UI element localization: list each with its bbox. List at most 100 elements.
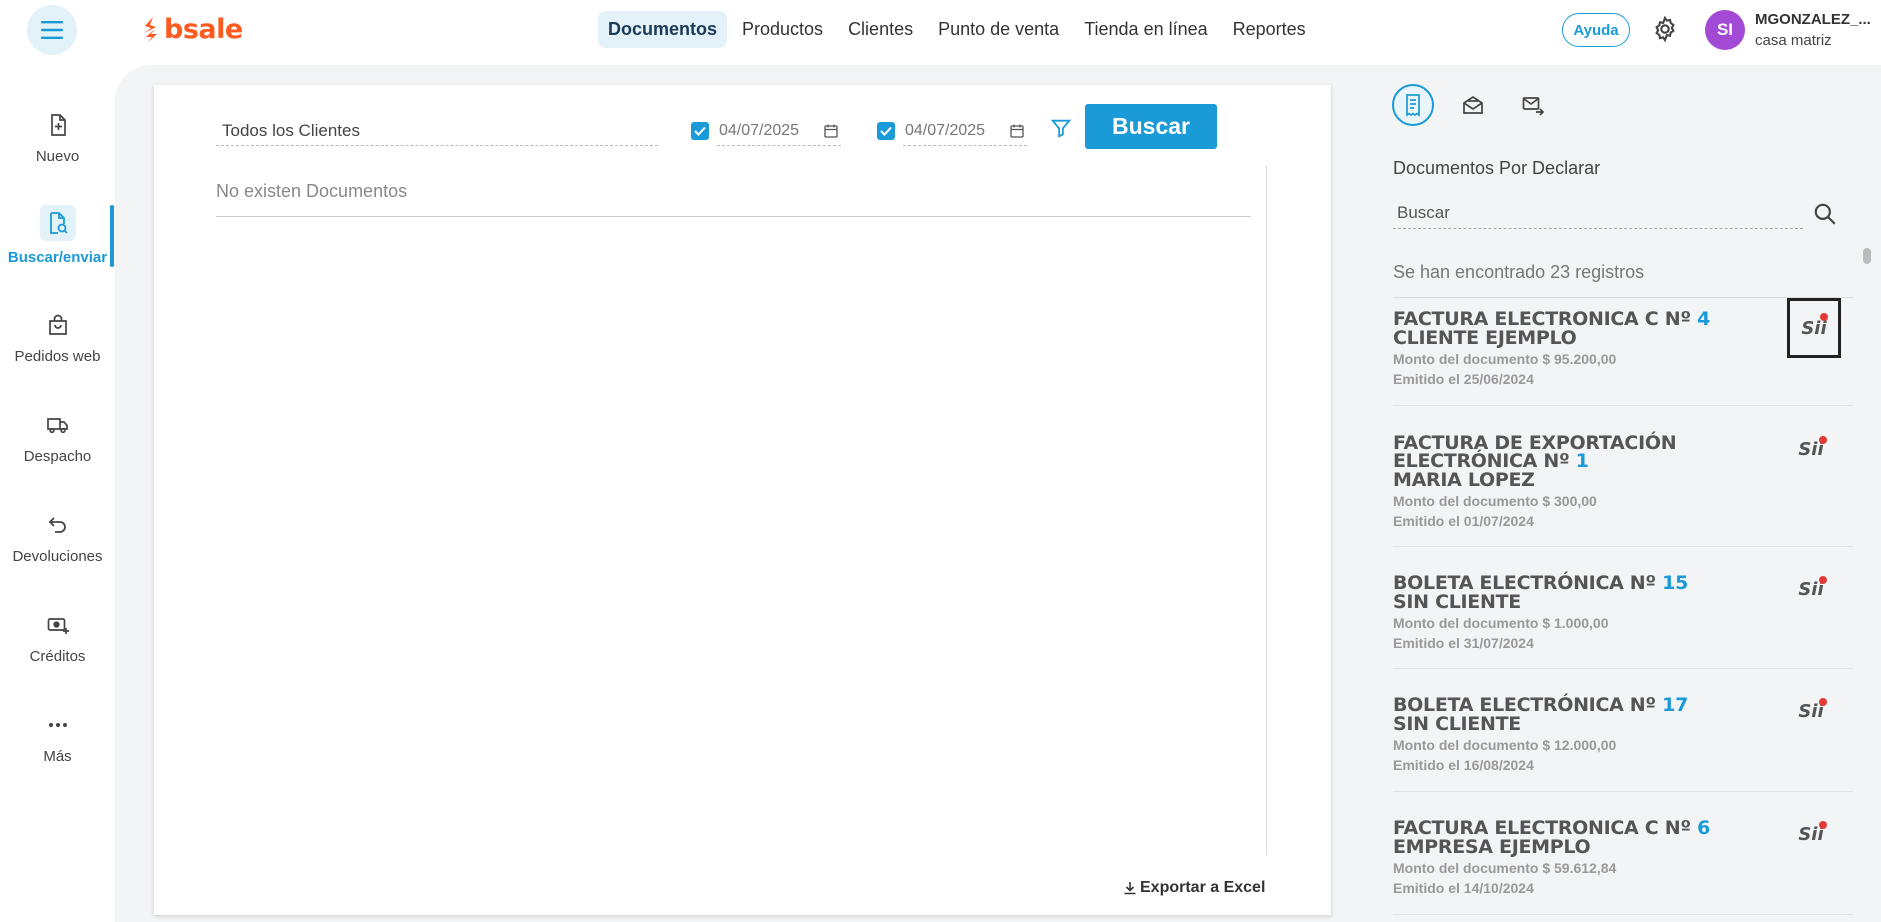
tab-send-mail[interactable] [1512,84,1554,126]
receipt-icon [1406,94,1420,117]
notification-dot [1819,821,1827,829]
sidebar-item-devoluciones[interactable]: Devoluciones [0,510,115,565]
doc-amount: Monto del documento $ 1.000,00 [1393,615,1609,631]
notification-dot [1819,436,1827,444]
check-icon [694,126,706,136]
list-item[interactable]: FACTURA DE EXPORTACIÓN ELECTRÓNICA Nº 1 … [1393,434,1853,547]
sidebar-item-pedidos-web[interactable]: Pedidos web [0,310,115,365]
more-dots-icon [48,723,67,727]
date-from-value: 04/07/2025 [719,121,800,139]
sii-declare-button[interactable]: Sii [1797,696,1827,726]
brand-logo[interactable]: bsale [142,14,243,45]
nav-clientes[interactable]: Clientes [838,11,923,48]
panel-search-input[interactable]: Buscar [1393,201,1803,229]
empty-results-message: No existen Documentos [216,181,408,201]
shopping-bag-icon [48,314,67,335]
doc-amount: Monto del documento $ 95.200,00 [1393,351,1617,367]
panel-tabs [1392,84,1554,126]
list-item[interactable]: BOLETA ELECTRÓNICA Nº 17 SIN CLIENTE Mon… [1393,696,1853,792]
hamburger-icon [41,21,63,39]
panel-divider [1393,297,1853,298]
sidebar-item-label: Más [43,748,72,765]
doc-issued-date: Emitido el 31/07/2024 [1393,635,1534,651]
sidebar-item-label: Pedidos web [14,348,101,365]
nav-documentos[interactable]: Documentos [598,11,728,48]
sidebar-item-nuevo[interactable]: Nuevo [0,110,115,165]
nav-reportes[interactable]: Reportes [1223,11,1316,48]
filter-icon[interactable] [1050,117,1072,139]
gear-icon[interactable] [1651,15,1679,43]
doc-type: FACTURA DE EXPORTACIÓN ELECTRÓNICA Nº [1393,432,1677,472]
nav-tienda-en-linea[interactable]: Tienda en línea [1074,11,1217,48]
user-branch: casa matriz [1755,32,1832,49]
search-button[interactable]: Buscar [1085,104,1217,149]
doc-number: 4 [1697,308,1710,330]
top-bar: bsale Documentos Productos Clientes Punt… [0,0,1881,62]
doc-issued-date: Emitido el 16/08/2024 [1393,757,1534,773]
doc-amount: Monto del documento $ 12.000,00 [1393,737,1617,753]
client-filter-input[interactable]: Todos los Clientes [216,116,658,146]
doc-client: SIN CLIENTE [1393,591,1521,613]
doc-number: 6 [1697,817,1710,839]
nav-punto-de-venta[interactable]: Punto de venta [928,11,1069,48]
list-item[interactable]: FACTURA ELECTRONICA C Nº 6 EMPRESA EJEMP… [1393,819,1853,915]
sii-declare-button[interactable]: Sii [1797,574,1827,604]
list-item[interactable]: BOLETA ELECTRÓNICA Nº 15 SIN CLIENTE Mon… [1393,574,1853,669]
sidebar-item-mas[interactable]: Más [0,710,115,765]
sii-declare-button[interactable]: Sii [1797,434,1827,464]
calendar-icon[interactable] [1009,123,1025,139]
menu-button[interactable] [27,5,77,55]
notification-dot [1820,313,1828,321]
doc-client: CLIENTE EJEMPLO [1393,327,1577,349]
doc-amount: Monto del documento $ 300,00 [1393,493,1597,509]
sidebar-item-label: Buscar/enviar [7,249,108,266]
export-label: Exportar a Excel [1140,879,1266,896]
sidebar-item-creditos[interactable]: Créditos [0,610,115,665]
sidebar-item-label: Despacho [23,448,92,465]
truck-icon [46,418,68,434]
date-to-checkbox[interactable] [877,122,895,140]
sidebar-item-label: Créditos [29,648,86,665]
main-nav: Documentos Productos Clientes Punto de v… [598,11,1321,48]
file-search-icon [49,212,68,234]
panel-title: Documentos Por Declarar [1393,158,1601,178]
list-item[interactable]: FACTURA ELECTRONICA C Nº 4 CLIENTE EJEMP… [1393,298,1853,406]
export-excel-button[interactable]: Exportar a Excel [1122,879,1265,897]
sidebar-item-label: Devoluciones [12,548,103,565]
notification-dot [1819,576,1827,584]
records-count: Se han encontrado 23 registros [1393,262,1645,282]
sii-declare-button[interactable]: Sii [1787,298,1841,358]
help-button[interactable]: Ayuda [1562,13,1630,47]
doc-issued-date: Emitido el 14/10/2024 [1393,880,1534,896]
date-from-checkbox[interactable] [691,122,709,140]
sii-declare-button[interactable]: Sii [1797,819,1827,849]
search-icon[interactable] [1812,201,1838,227]
date-to-input[interactable]: 04/07/2025 [903,116,1027,146]
doc-client: SIN CLIENTE [1393,713,1521,735]
tab-inbox[interactable] [1452,84,1494,126]
date-to-group: 04/07/2025 [877,116,1027,146]
file-plus-icon [50,114,66,136]
documents-card: Todos los Clientes 04/07/2025 04/07/2025… [154,85,1331,915]
doc-issued-date: Emitido el 01/07/2024 [1393,513,1534,529]
sidebar-item-buscar-enviar[interactable]: Buscar/enviar [0,205,115,266]
date-from-input[interactable]: 04/07/2025 [717,116,841,146]
bsale-logo-icon [144,16,157,43]
avatar[interactable]: SI [1705,10,1745,50]
sidebar-item-despacho[interactable]: Despacho [0,410,115,465]
doc-number: 17 [1662,694,1688,716]
calendar-icon[interactable] [823,123,839,139]
panel-scrollbar[interactable] [1863,248,1871,264]
nav-productos[interactable]: Productos [732,11,833,48]
mail-send-icon [1522,97,1545,116]
doc-number: 15 [1662,572,1688,594]
doc-client: EMPRESA EJEMPLO [1393,836,1591,858]
return-arrow-icon [48,517,66,533]
cash-plus-icon [47,618,69,634]
mail-open-icon [1463,95,1483,114]
tab-documents-to-declare[interactable] [1392,84,1434,126]
user-name[interactable]: MGONZALEZ_... [1755,11,1871,28]
doc-number: 1 [1575,450,1589,472]
sidebar-active-indicator [110,205,114,267]
results-divider [216,216,1251,217]
